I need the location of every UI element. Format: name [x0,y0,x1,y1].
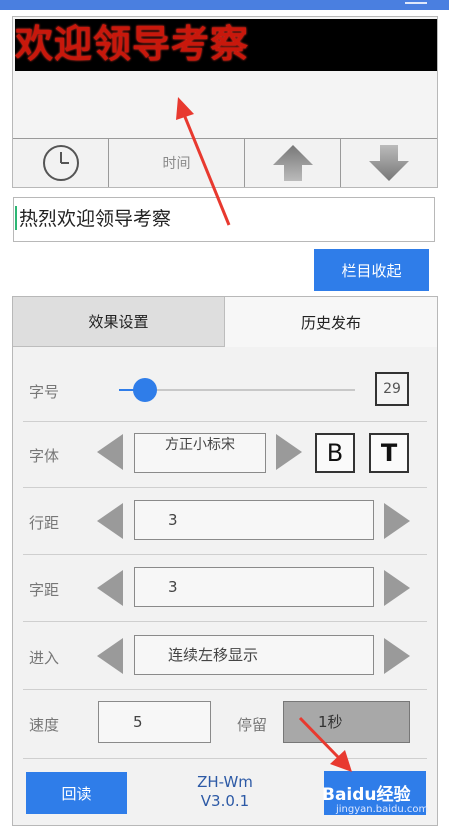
char-spacing-value: 3 [134,567,374,607]
char-spacing-label: 字距 [29,581,60,599]
version-number: V3.0.1 [200,792,250,810]
tab-history-publish[interactable]: 历史发布 [225,297,437,347]
row-divider [23,758,427,759]
char-spacing-next-icon[interactable] [384,570,410,606]
version-name: ZH-Wm [197,773,253,791]
row-divider [23,689,427,690]
font-size-slider-thumb[interactable] [132,378,157,402]
top-bar [0,0,449,10]
char-spacing-prev-icon[interactable] [97,570,123,606]
arrow-down-icon [369,145,409,181]
enter-effect-prev-icon[interactable] [97,638,123,674]
line-spacing-next-icon[interactable] [384,503,410,539]
line-spacing-value: 3 [134,500,374,540]
font-size-value[interactable]: 29 [375,372,409,406]
font-family-label: 字体 [29,447,60,465]
move-up-button[interactable] [245,139,341,187]
row-divider [23,621,427,622]
collapse-button[interactable]: 栏目收起 [314,249,429,291]
led-display: 欢迎领导考察 [15,19,437,71]
clock-icon [43,145,79,181]
row-divider [23,487,427,488]
enter-effect-label: 进入 [29,649,60,667]
t-style-button[interactable]: T [369,433,409,473]
font-family-prev-icon[interactable] [97,434,123,470]
clock-button[interactable] [13,139,109,187]
time-button[interactable]: 时间 [109,139,245,187]
enter-effect-next-icon[interactable] [384,638,410,674]
led-display-text: 欢迎领导考察 [15,21,250,66]
stay-value[interactable]: 1秒 [283,701,410,743]
line-spacing-label: 行距 [29,514,60,532]
font-family-next-icon[interactable] [276,434,302,470]
speed-label: 速度 [29,716,60,734]
readback-button[interactable]: 回读 [26,772,127,814]
row-divider [23,421,427,422]
row-divider [23,554,427,555]
menu-icon[interactable] [405,0,427,4]
settings-panel: 效果设置 历史发布 字号 29 字体 方正小标宋 B T 行距 3 字距 3 进… [12,296,438,826]
line-spacing-prev-icon[interactable] [97,503,123,539]
preview-controls: 时间 [13,138,437,187]
move-down-button[interactable] [341,139,437,187]
tab-effect-settings[interactable]: 效果设置 [13,297,225,347]
font-family-value: 方正小标宋 [134,433,266,473]
enter-effect-value: 连续左移显示 [134,635,374,675]
font-size-label: 字号 [29,383,60,401]
arrow-up-icon [273,145,313,181]
text-caret [15,206,17,230]
bold-button[interactable]: B [315,433,355,473]
time-label: 时间 [162,156,191,172]
speed-value[interactable]: 5 [98,701,211,743]
stay-label: 停留 [237,716,268,734]
watermark-url: jingyan.baidu.com [336,804,429,815]
message-text-input[interactable]: 热烈欢迎领导考察 [13,197,435,242]
version-info: ZH-Wm V3.0.1 [173,773,277,811]
preview-panel: 欢迎领导考察 时间 [12,16,438,188]
